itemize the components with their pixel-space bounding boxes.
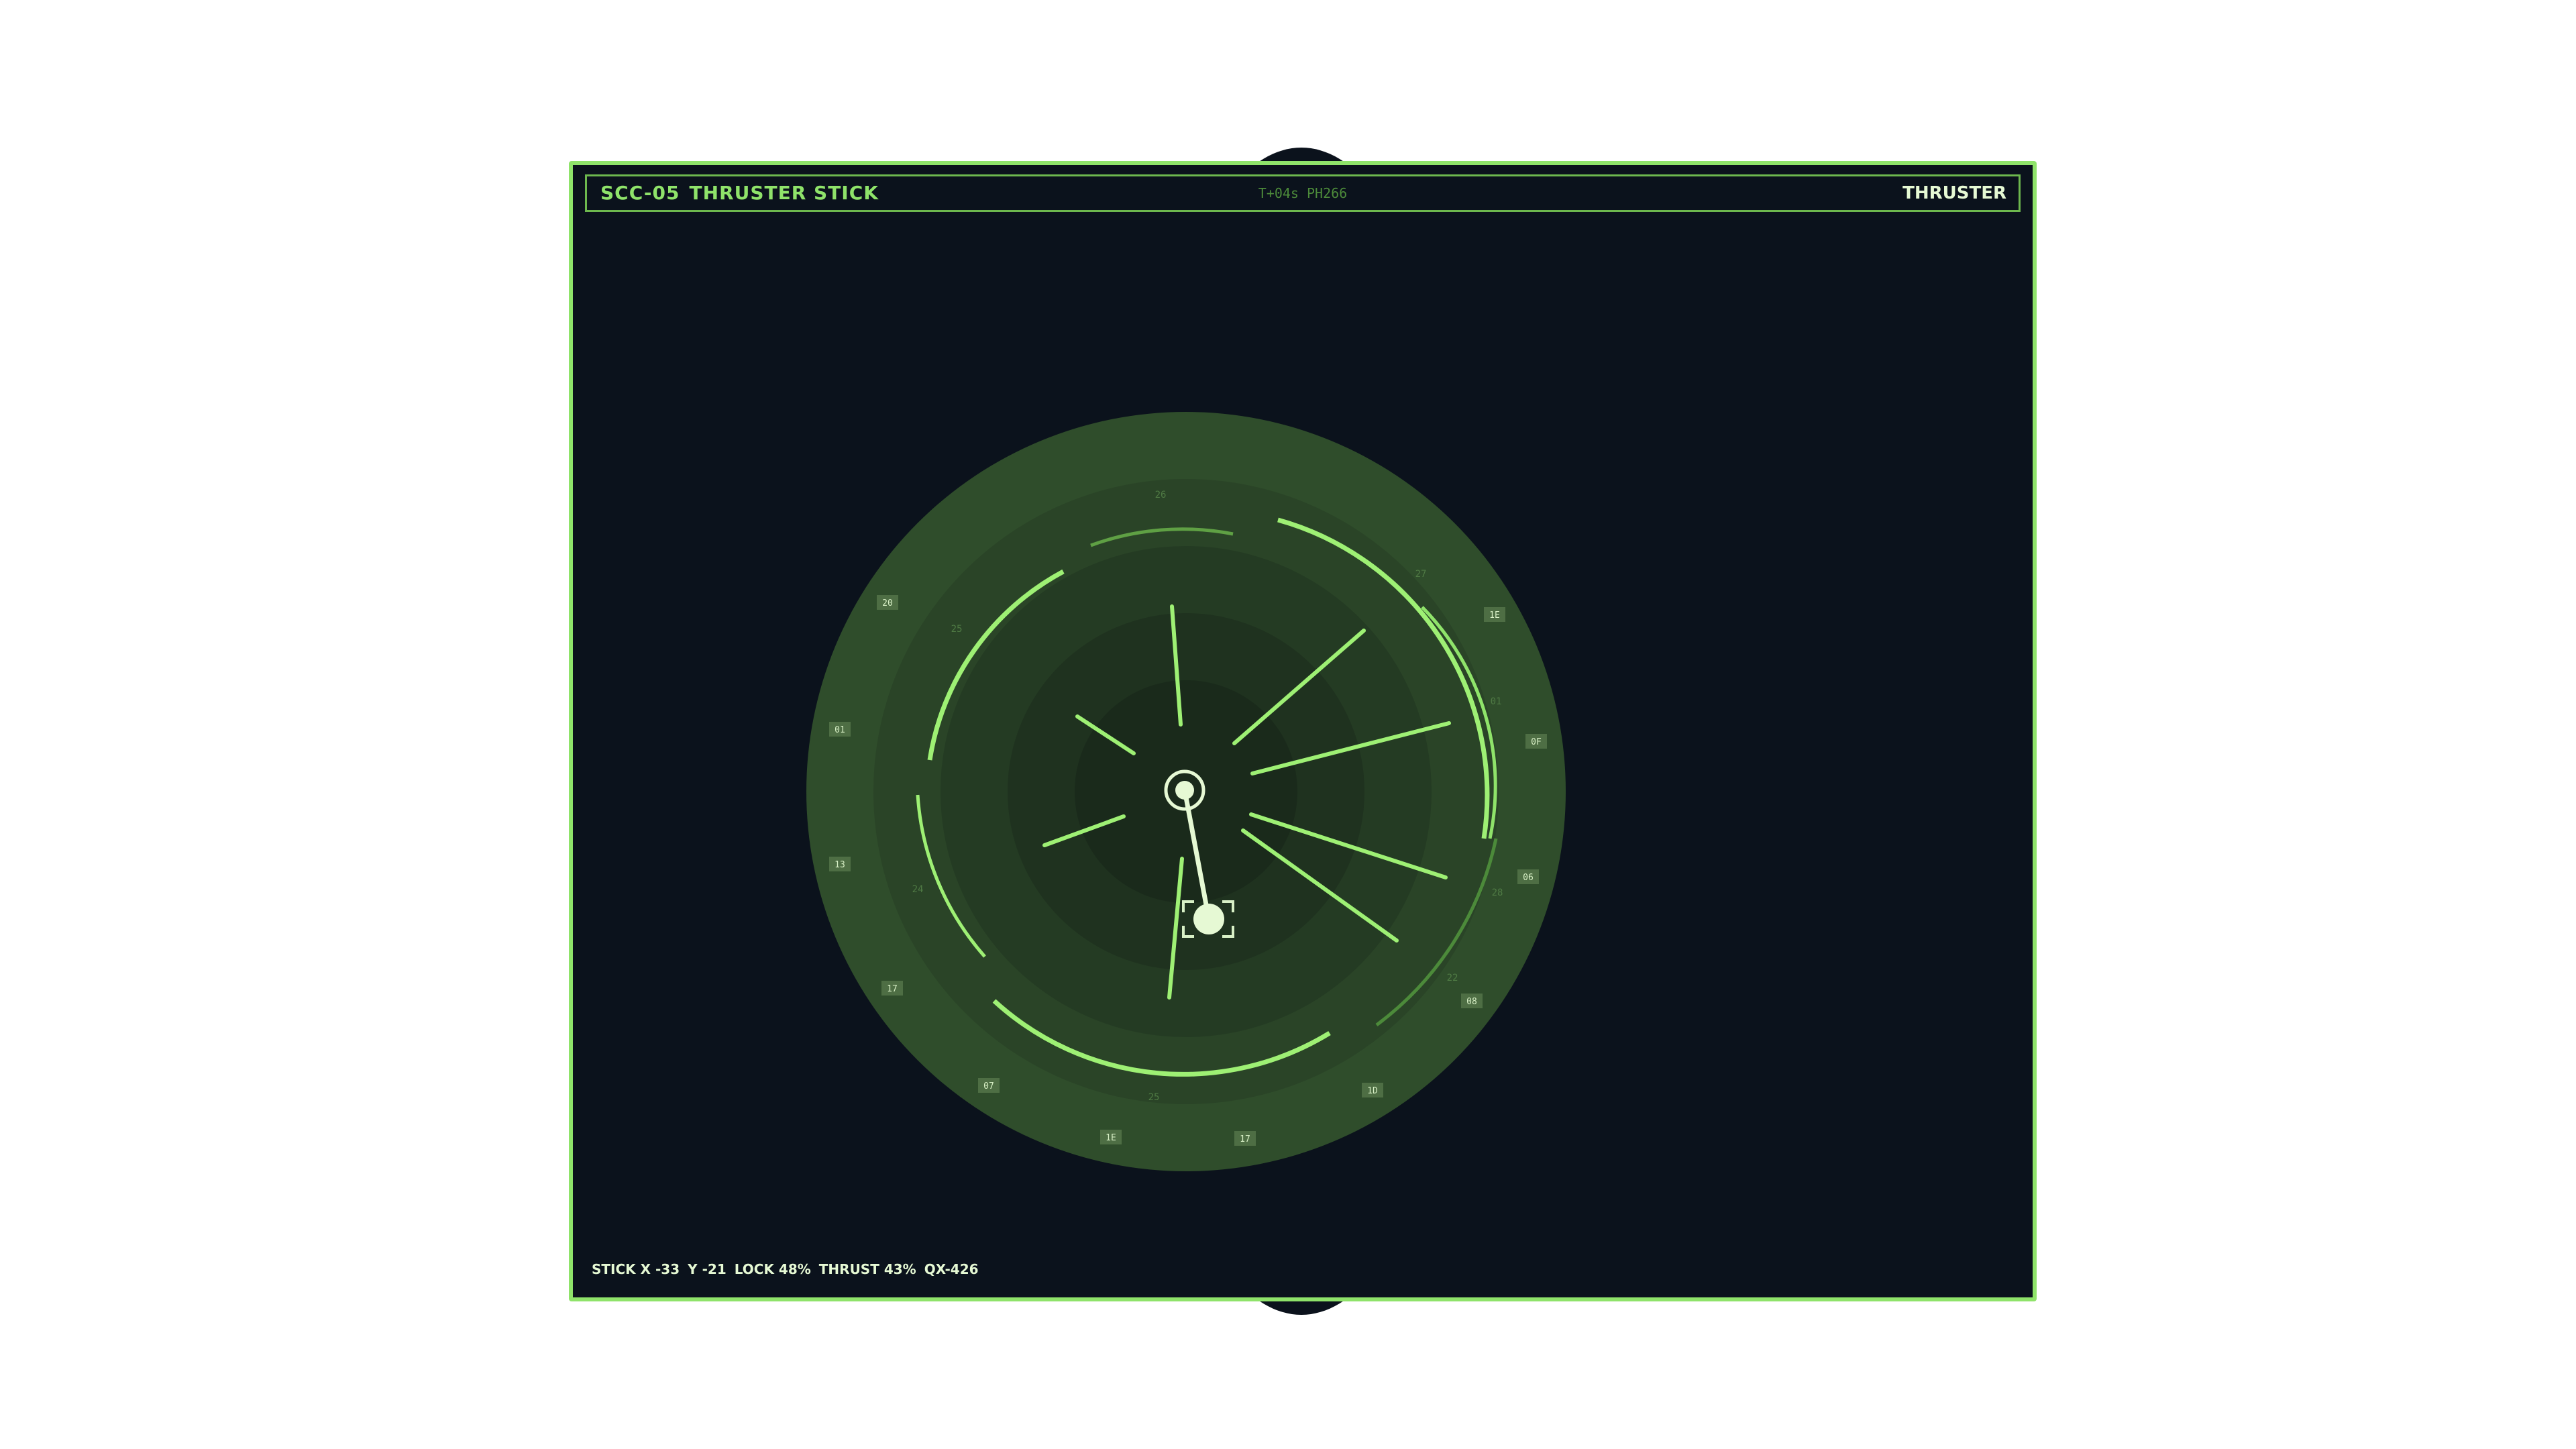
outer-tag-text: 1E xyxy=(1106,1133,1116,1143)
thruster-stick-dial[interactable]: 20 1E 01 0F 13 06 17 08 07 1D 1E 17 26 2… xyxy=(0,0,2576,1449)
outer-tag-text: 01 xyxy=(835,725,845,735)
inner-tick-label: 27 xyxy=(1415,569,1427,580)
outer-tag-text: 1E xyxy=(1489,610,1500,621)
outer-tag-text: 06 xyxy=(1523,873,1534,883)
inner-tick-label: 01 xyxy=(1491,696,1502,707)
outer-tag-text: 08 xyxy=(1466,997,1477,1007)
inner-tick-label: 25 xyxy=(1148,1092,1160,1103)
outer-tag-text: 17 xyxy=(887,984,898,994)
outer-tag-text: 0F xyxy=(1531,737,1542,747)
inner-tick-label: 26 xyxy=(1155,490,1167,500)
outer-tag-text: 13 xyxy=(835,860,845,870)
inner-tick-label: 25 xyxy=(951,624,963,635)
outer-tag-text: 20 xyxy=(882,598,893,608)
stick-knob[interactable] xyxy=(1193,904,1224,934)
inner-tick-label: 24 xyxy=(912,884,924,895)
outer-tag-text: 07 xyxy=(983,1081,994,1091)
outer-tag-text: 17 xyxy=(1240,1134,1250,1144)
inner-tick-label: 22 xyxy=(1447,973,1458,983)
outer-tag-text: 1D xyxy=(1367,1086,1378,1096)
inner-tick-label: 28 xyxy=(1492,888,1503,898)
